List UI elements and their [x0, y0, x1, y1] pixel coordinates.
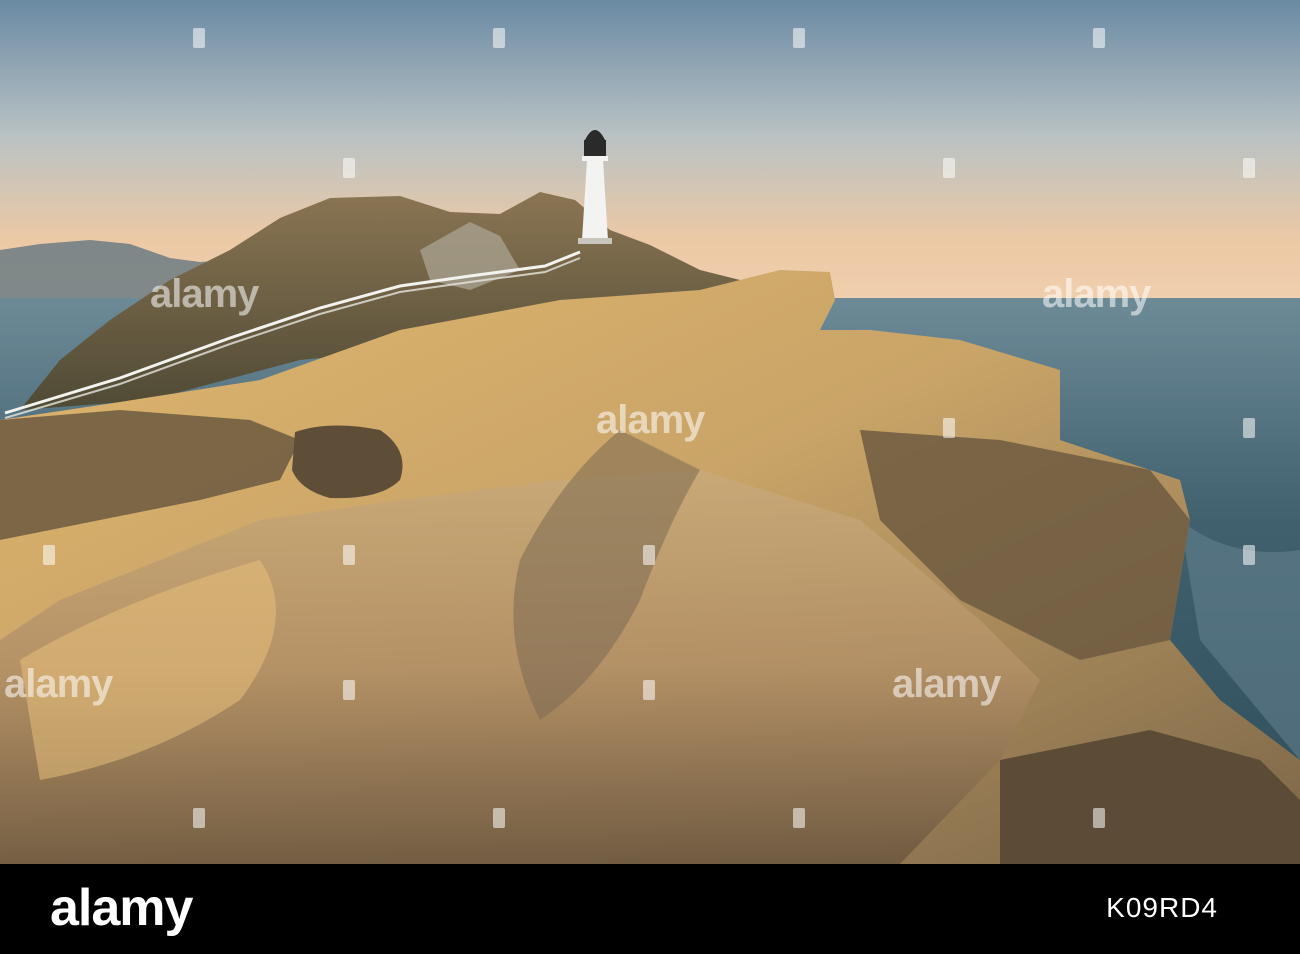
watermark-mark [1243, 545, 1255, 565]
alamy-logo: alamy [50, 879, 193, 937]
watermark-mark [493, 28, 505, 48]
watermark-mark [343, 545, 355, 565]
watermark-mark [943, 418, 955, 438]
watermark-mark [1093, 808, 1105, 828]
photo-scene [0, 0, 1300, 864]
watermark-mark [43, 545, 55, 565]
watermark-mark [1093, 28, 1105, 48]
image-id: K09RD4 [1106, 892, 1218, 923]
watermark-mark [1243, 418, 1255, 438]
watermark-mark [793, 28, 805, 48]
watermark-mark [193, 808, 205, 828]
watermark-mark [643, 680, 655, 700]
photo: alamy alamy alamy alamy alamy [0, 0, 1300, 864]
watermark-mark [793, 808, 805, 828]
watermark-mark [343, 680, 355, 700]
watermark-mark [343, 158, 355, 178]
rock-mushroom [292, 425, 403, 499]
watermark-mark [643, 545, 655, 565]
watermark-mark [193, 28, 205, 48]
watermark-mark [943, 158, 955, 178]
watermark-mark [493, 808, 505, 828]
watermark-mark [1243, 158, 1255, 178]
footer-bar: alamy K09RD4 [0, 864, 1300, 954]
